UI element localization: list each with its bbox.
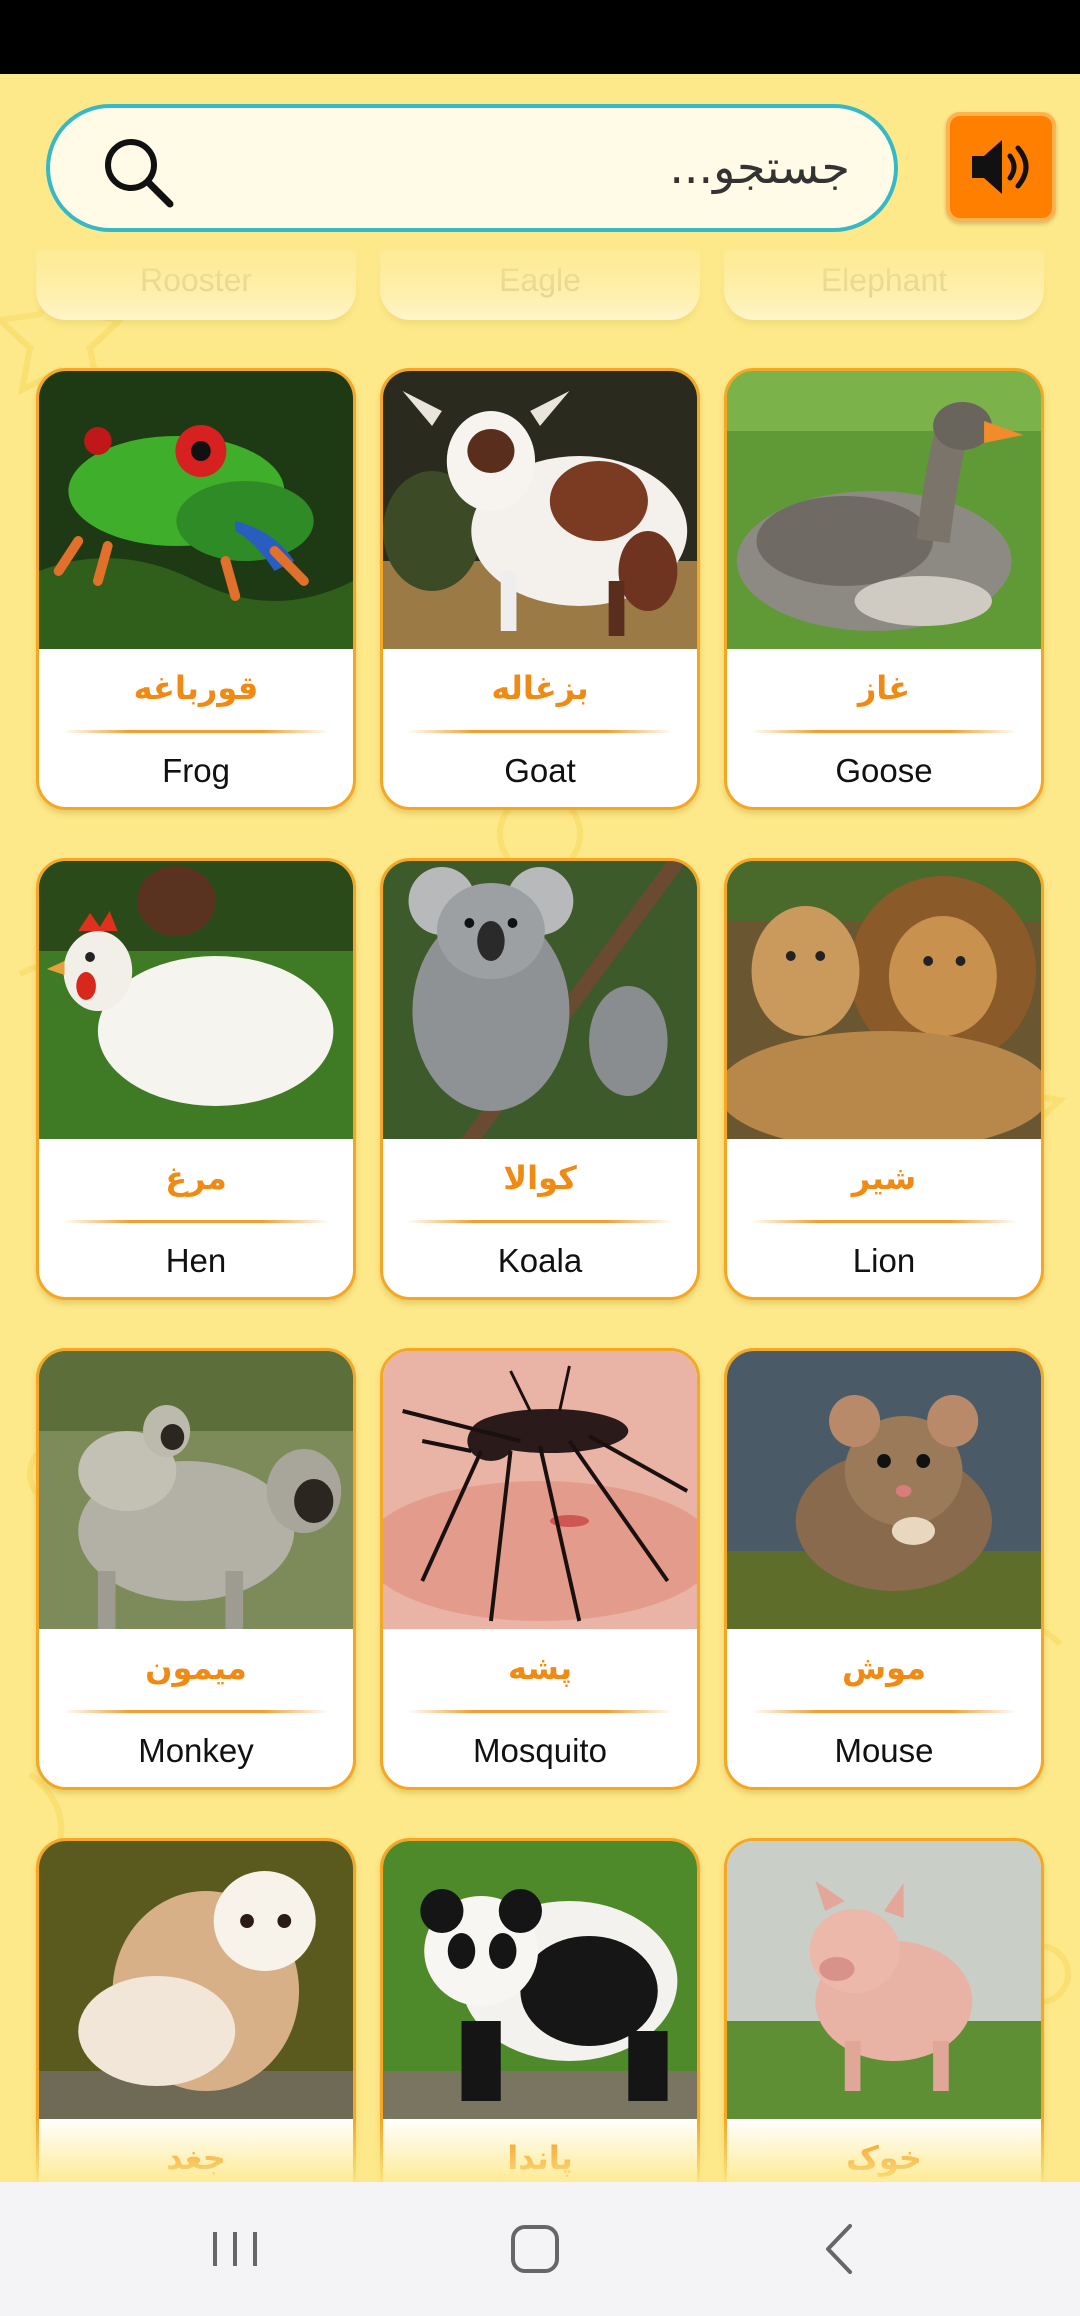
- sound-button[interactable]: [946, 112, 1056, 222]
- card-partial-elephant[interactable]: Elephant: [724, 250, 1044, 320]
- animal-grid: Rooster Eagle Elephant قورباغه Frog بزغا…: [0, 0, 1080, 2182]
- card-english-label: Elephant: [820, 262, 948, 298]
- koala-photo: [383, 861, 697, 1139]
- card-hen[interactable]: مرغ Hen: [36, 858, 356, 1300]
- card-partial-eagle[interactable]: Eagle: [380, 250, 700, 320]
- panda-photo: [383, 1841, 697, 2119]
- card-mouse[interactable]: موش Mouse: [724, 1348, 1044, 1790]
- card-persian-label: کوالا: [503, 1159, 577, 1197]
- card-persian-label: خوک: [846, 2139, 922, 2177]
- card-lion[interactable]: شیر Lion: [724, 858, 1044, 1300]
- card-english-label: Hen: [165, 1242, 227, 1279]
- mouse-photo: [727, 1351, 1041, 1629]
- card-persian-label: جغد: [166, 2139, 226, 2177]
- home-icon[interactable]: [500, 2216, 570, 2282]
- card-persian-label: پشه: [508, 1649, 572, 1687]
- hen-photo: [39, 861, 353, 1139]
- card-english-label: Eagle: [499, 262, 581, 298]
- card-panda[interactable]: پاندا: [380, 1838, 700, 2182]
- goose-photo: [727, 371, 1041, 649]
- search-icon[interactable]: [100, 134, 176, 210]
- goat-photo: [383, 371, 697, 649]
- speaker-icon: [972, 140, 1029, 194]
- pig-photo: [727, 1841, 1041, 2119]
- card-persian-label: شیر: [851, 1159, 917, 1197]
- card-english-label: Mosquito: [473, 1732, 607, 1769]
- card-persian-label: غاز: [857, 669, 911, 707]
- lion-photo: [727, 861, 1041, 1139]
- card-mosquito[interactable]: پشه Mosquito: [380, 1348, 700, 1790]
- card-persian-label: موش: [841, 1649, 927, 1687]
- search-placeholder: جستجو...: [669, 140, 850, 194]
- card-persian-label: قورباغه: [133, 669, 259, 707]
- card-pig[interactable]: خوک: [724, 1838, 1044, 2182]
- top-bar: جستجو...: [0, 74, 1080, 254]
- card-owl[interactable]: جغد: [36, 1838, 356, 2182]
- card-english-label: Lion: [852, 1242, 916, 1279]
- card-english-label: Goat: [504, 752, 576, 789]
- monkey-photo: [39, 1351, 353, 1629]
- card-english-label: Goose: [835, 752, 933, 789]
- card-koala[interactable]: کوالا Koala: [380, 858, 700, 1300]
- card-english-label: Koala: [497, 1242, 583, 1279]
- back-icon[interactable]: [804, 2216, 874, 2282]
- search-input[interactable]: جستجو...: [46, 104, 898, 232]
- recent-apps-icon[interactable]: [200, 2216, 270, 2282]
- card-persian-label: میمون: [145, 1649, 247, 1687]
- card-goat[interactable]: بزغاله Goat: [380, 368, 700, 810]
- mosquito-photo: [383, 1351, 697, 1629]
- card-english-label: Rooster: [139, 262, 253, 298]
- card-frog[interactable]: قورباغه Frog: [36, 368, 356, 810]
- card-english-label: Monkey: [138, 1732, 254, 1769]
- card-english-label: Mouse: [834, 1732, 934, 1769]
- card-partial-rooster[interactable]: Rooster: [36, 250, 356, 320]
- card-goose[interactable]: غاز Goose: [724, 368, 1044, 810]
- card-persian-label: مرغ: [165, 1159, 227, 1197]
- owl-photo: [39, 1841, 353, 2119]
- frog-photo: [39, 371, 353, 649]
- system-nav-bar: [0, 2182, 1080, 2316]
- card-persian-label: بزغاله: [491, 669, 589, 707]
- card-persian-label: پاندا: [507, 2139, 573, 2177]
- card-english-label: Frog: [162, 752, 230, 789]
- card-monkey[interactable]: میمون Monkey: [36, 1348, 356, 1790]
